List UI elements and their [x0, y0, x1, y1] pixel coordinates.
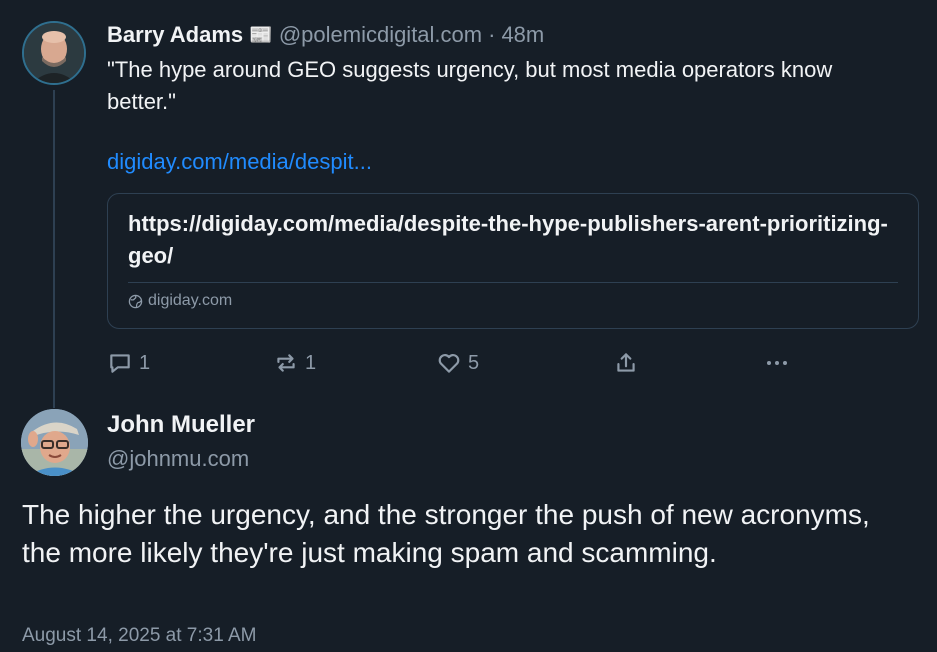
post-link[interactable]: digiday.com/media/despit...: [107, 149, 372, 175]
reply-count: 1: [139, 351, 151, 374]
post-actions: 1 1 5: [107, 346, 907, 380]
reply-author-handle[interactable]: @johnmu.com: [107, 446, 249, 472]
avatar-image: [21, 409, 88, 476]
post-header: Barry Adams 📰 @polemicdigital.com · 48m: [107, 20, 544, 50]
avatar-barry-adams[interactable]: [22, 21, 86, 85]
link-card-divider: [128, 282, 898, 283]
reply-author-name[interactable]: John Mueller: [107, 411, 255, 439]
share-icon: [617, 353, 635, 372]
reply-timestamp[interactable]: August 14, 2025 at 7:31 AM: [22, 625, 257, 647]
repost-icon: [277, 354, 295, 372]
more-options-button[interactable]: [763, 346, 791, 380]
separator-dot: ·: [488, 22, 496, 47]
post-timestamp[interactable]: 48m: [501, 22, 544, 48]
heart-icon: [438, 354, 460, 373]
like-count: 5: [468, 351, 480, 374]
thread-connector-line: [53, 90, 55, 408]
newspaper-icon: 📰: [249, 25, 273, 46]
repost-button[interactable]: 1: [273, 346, 316, 380]
thread-view: Barry Adams 📰 @polemicdigital.com · 48m …: [0, 0, 937, 652]
link-card-domain: digiday.com: [128, 292, 232, 310]
avatar-image: [24, 23, 84, 83]
repost-count: 1: [305, 351, 317, 374]
globe-icon: [128, 294, 143, 308]
share-button[interactable]: [613, 346, 639, 380]
link-card-domain-text: digiday.com: [148, 292, 233, 309]
reply-button[interactable]: 1: [107, 346, 150, 380]
avatar-john-mueller[interactable]: [21, 409, 88, 476]
post-text: "The hype around GEO suggests urgency, b…: [107, 57, 833, 114]
post-author-name[interactable]: Barry Adams: [107, 22, 243, 48]
reply-text: The higher the urgency, and the stronger…: [22, 499, 870, 568]
link-preview-card[interactable]: https://digiday.com/media/despite-the-hy…: [107, 193, 919, 329]
ellipsis-icon: [767, 361, 787, 365]
link-card-title: https://digiday.com/media/despite-the-hy…: [128, 211, 888, 268]
post-author-handle[interactable]: @polemicdigital.com: [279, 22, 482, 48]
like-button[interactable]: 5: [436, 346, 479, 380]
reply-icon: [110, 354, 130, 373]
